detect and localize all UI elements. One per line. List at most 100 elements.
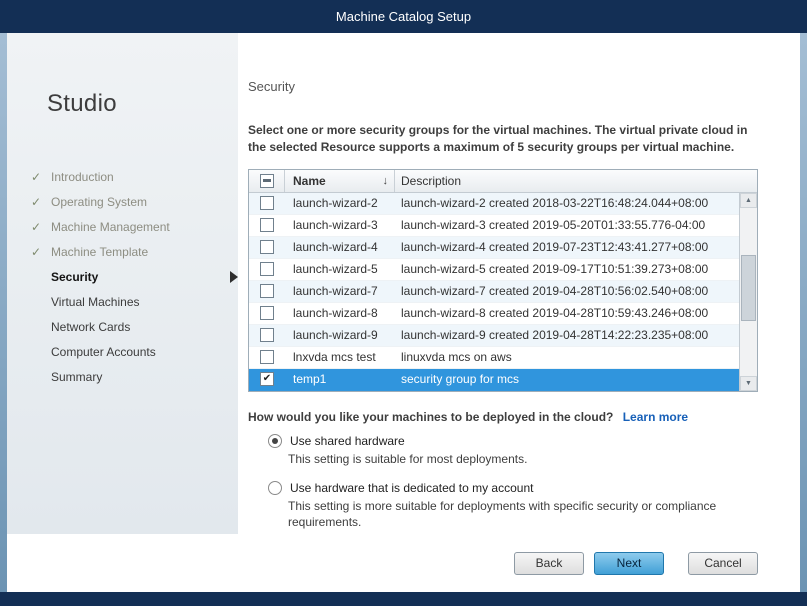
deploy-option: Use hardware that is dedicated to my acc… bbox=[268, 481, 758, 532]
security-group-name: launch-wizard-7 bbox=[285, 281, 395, 302]
radio-button[interactable] bbox=[268, 481, 282, 495]
sidebar-step-network-cards: Network Cards bbox=[7, 315, 238, 340]
step-label: Computer Accounts bbox=[51, 345, 156, 359]
select-all-checkbox[interactable] bbox=[260, 174, 274, 188]
step-label: Operating System bbox=[51, 195, 147, 209]
security-group-description: launch-wizard-8 created 2019-04-28T10:59… bbox=[395, 303, 739, 324]
security-groups-table: Name ↓ Description launch-wizard-2launch… bbox=[248, 169, 758, 392]
cancel-button[interactable]: Cancel bbox=[688, 552, 758, 575]
step-label: Machine Template bbox=[51, 245, 148, 259]
security-group-description: launch-wizard-5 created 2019-09-17T10:51… bbox=[395, 259, 739, 280]
row-checkbox[interactable]: ✔ bbox=[260, 372, 274, 386]
page-title: Security bbox=[248, 79, 758, 94]
row-checkbox[interactable] bbox=[260, 262, 274, 276]
row-checkbox[interactable] bbox=[260, 350, 274, 364]
table-row[interactable]: launch-wizard-5launch-wizard-5 created 2… bbox=[249, 259, 739, 281]
table-scrollbar[interactable]: ▲ ▼ bbox=[739, 193, 757, 391]
security-step-content: Security Select one or more security gro… bbox=[238, 33, 800, 534]
security-group-name: launch-wizard-2 bbox=[285, 193, 395, 214]
security-group-name: launch-wizard-5 bbox=[285, 259, 395, 280]
security-group-name: launch-wizard-3 bbox=[285, 215, 395, 236]
option-label[interactable]: Use shared hardware bbox=[290, 434, 405, 448]
option-description: This setting is suitable for most deploy… bbox=[288, 451, 758, 468]
step-label: Network Cards bbox=[51, 320, 130, 334]
option-label[interactable]: Use hardware that is dedicated to my acc… bbox=[290, 481, 533, 495]
table-row[interactable]: launch-wizard-3launch-wizard-3 created 2… bbox=[249, 215, 739, 237]
row-checkbox-cell bbox=[249, 325, 285, 346]
current-step-arrow-icon bbox=[230, 271, 238, 283]
sort-descending-icon: ↓ bbox=[383, 175, 389, 187]
row-checkbox-cell: ✔ bbox=[249, 369, 285, 390]
back-button[interactable]: Back bbox=[514, 552, 584, 575]
deploy-question-row: How would you like your machines to be d… bbox=[248, 410, 758, 424]
row-checkbox-cell bbox=[249, 281, 285, 302]
row-checkbox-cell bbox=[249, 303, 285, 324]
deploy-options: Use shared hardware This setting is suita… bbox=[268, 434, 758, 531]
studio-logo: Studio bbox=[47, 89, 238, 119]
scroll-down-button[interactable]: ▼ bbox=[740, 376, 757, 391]
security-group-name: launch-wizard-8 bbox=[285, 303, 395, 324]
step-label: Summary bbox=[51, 370, 102, 384]
table-row[interactable]: ✔ temp1security group for mcs bbox=[249, 369, 739, 391]
row-checkbox[interactable] bbox=[260, 328, 274, 342]
column-header-description[interactable]: Description bbox=[395, 170, 757, 192]
row-checkbox-cell bbox=[249, 237, 285, 258]
step-done-check-icon: ✓ bbox=[31, 215, 41, 240]
row-checkbox[interactable] bbox=[260, 284, 274, 298]
security-group-description: launch-wizard-7 created 2019-04-28T10:56… bbox=[395, 281, 739, 302]
security-group-description: launch-wizard-9 created 2019-04-28T14:22… bbox=[395, 325, 739, 346]
radio-button[interactable] bbox=[268, 434, 282, 448]
security-group-description: launch-wizard-2 created 2018-03-22T16:48… bbox=[395, 193, 739, 214]
row-checkbox-cell bbox=[249, 259, 285, 280]
sidebar-step-introduction: ✓Introduction bbox=[7, 165, 238, 190]
deploy-question: How would you like your machines to be d… bbox=[248, 410, 613, 424]
security-group-name: lnxvda mcs test bbox=[285, 347, 395, 368]
row-checkbox[interactable] bbox=[260, 240, 274, 254]
button-bar: Back Next Cancel bbox=[7, 534, 800, 592]
scroll-up-button[interactable]: ▲ bbox=[740, 193, 757, 208]
sidebar-step-machine-template: ✓ Machine Template bbox=[7, 240, 238, 265]
table-row[interactable]: lnxvda mcs testlinuxvda mcs on aws bbox=[249, 347, 739, 369]
security-group-name: temp1 bbox=[285, 369, 395, 390]
scrollbar-thumb[interactable] bbox=[741, 255, 756, 321]
step-label: Security bbox=[51, 270, 98, 284]
window-title: Machine Catalog Setup bbox=[336, 9, 471, 24]
step-done-check-icon: ✓ bbox=[31, 240, 41, 265]
security-group-description: launch-wizard-3 created 2019-05-20T01:33… bbox=[395, 215, 739, 236]
table-body: launch-wizard-2launch-wizard-2 created 2… bbox=[249, 193, 739, 391]
step-label: Introduction bbox=[51, 170, 114, 184]
step-label: Virtual Machines bbox=[51, 295, 140, 309]
table-row[interactable]: launch-wizard-9launch-wizard-9 created 2… bbox=[249, 325, 739, 347]
window-bottom-strip bbox=[0, 592, 807, 606]
security-group-description: security group for mcs bbox=[395, 369, 739, 390]
option-description: This setting is more suitable for deploy… bbox=[288, 498, 758, 532]
table-row[interactable]: launch-wizard-7launch-wizard-7 created 2… bbox=[249, 281, 739, 303]
security-group-description: linuxvda mcs on aws bbox=[395, 347, 739, 368]
row-checkbox-cell bbox=[249, 347, 285, 368]
column-header-name[interactable]: Name ↓ bbox=[285, 170, 395, 192]
deploy-option: Use shared hardware This setting is suita… bbox=[268, 434, 758, 468]
security-group-name: launch-wizard-4 bbox=[285, 237, 395, 258]
header-checkbox-cell bbox=[249, 170, 285, 192]
row-checkbox[interactable] bbox=[260, 196, 274, 210]
machine-catalog-setup-dialog: Machine Catalog Setup Studio ✓Introducti… bbox=[0, 0, 807, 606]
learn-more-link[interactable]: Learn more bbox=[623, 410, 688, 424]
next-button[interactable]: Next bbox=[594, 552, 664, 575]
row-checkbox-cell bbox=[249, 193, 285, 214]
step-label: Machine Management bbox=[51, 220, 170, 234]
table-row[interactable]: launch-wizard-8launch-wizard-8 created 2… bbox=[249, 303, 739, 325]
dialog-body: Studio ✓Introduction✓Operating System✓Ma… bbox=[7, 33, 800, 592]
sidebar-step-operating-system: ✓ Operating System bbox=[7, 190, 238, 215]
table-header: Name ↓ Description bbox=[249, 170, 757, 193]
step-done-check-icon: ✓ bbox=[31, 190, 41, 215]
sidebar-step-computer-accounts: Computer Accounts bbox=[7, 340, 238, 365]
security-group-description: launch-wizard-4 created 2019-07-23T12:43… bbox=[395, 237, 739, 258]
row-checkbox-cell bbox=[249, 215, 285, 236]
sidebar-step-security: Security bbox=[7, 265, 238, 290]
table-row[interactable]: launch-wizard-2launch-wizard-2 created 2… bbox=[249, 193, 739, 215]
row-checkbox[interactable] bbox=[260, 218, 274, 232]
name-column-label: Name bbox=[293, 174, 326, 188]
scrollbar-track[interactable] bbox=[740, 208, 757, 376]
table-row[interactable]: launch-wizard-4launch-wizard-4 created 2… bbox=[249, 237, 739, 259]
row-checkbox[interactable] bbox=[260, 306, 274, 320]
